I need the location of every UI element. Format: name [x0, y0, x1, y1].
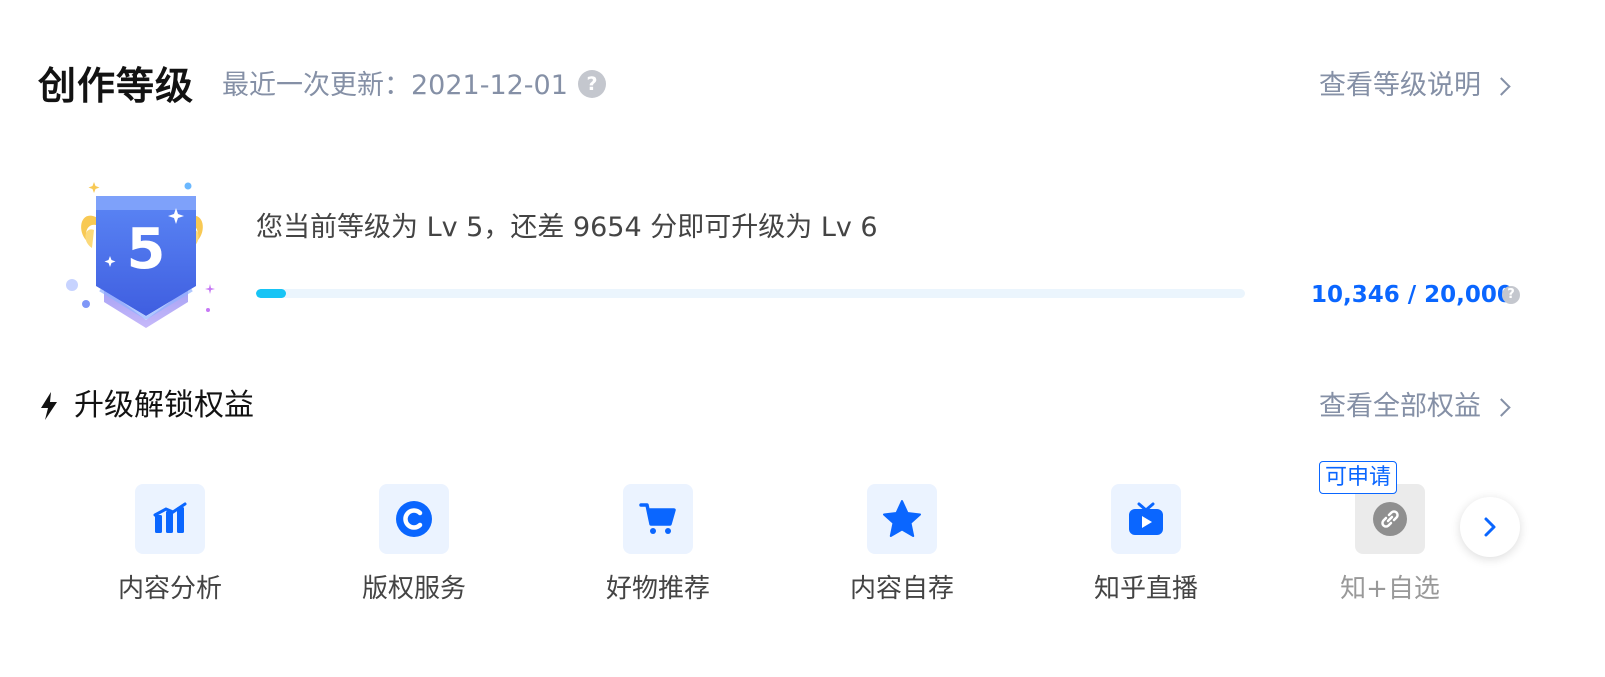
last-updated-text: 最近一次更新：2021-12-01 [222, 70, 568, 101]
link-icon [1373, 502, 1407, 536]
level-progress-bar [256, 289, 1245, 298]
cart-icon [639, 503, 676, 534]
badge-number: 5 [127, 217, 166, 282]
perk-self-recommend[interactable]: 内容自荐 [832, 484, 972, 606]
view-level-explanation-label: 查看等级说明 [1319, 70, 1481, 101]
chevron-right-icon [1492, 397, 1511, 417]
perk-label: 版权服务 [361, 574, 466, 604]
copyright-icon [396, 501, 432, 537]
perk-label: 内容分析 [117, 574, 222, 604]
score-text: 10,346 / 20,000 [1311, 282, 1513, 308]
bar-chart-icon [153, 502, 187, 533]
star-icon [883, 500, 921, 537]
perk-copyright-service[interactable]: 版权服务 [344, 484, 484, 606]
perk-label: 知乎直播 [1093, 574, 1198, 604]
perks-heading: 升级解锁权益 [38, 386, 254, 426]
level-status-text: 您当前等级为 Lv 5，还差 9654 分即可升级为 Lv 6 [256, 212, 878, 243]
lightning-icon [41, 392, 57, 420]
perk-label: 好物推荐 [605, 574, 710, 604]
perk-zhihu-live[interactable]: 知乎直播 [1076, 484, 1216, 606]
level-badge: 5 [62, 180, 222, 335]
view-all-perks-link[interactable]: 查看全部权益 [1319, 389, 1511, 425]
perk-label: 内容自荐 [849, 574, 954, 604]
perk-goods-recommend[interactable]: 好物推荐 [588, 484, 728, 606]
question-icon[interactable]: ? [578, 70, 606, 98]
perk-tile [1355, 484, 1425, 554]
perk-zhi-plus-select[interactable]: 知+自选 [1320, 484, 1460, 606]
perk-tile [1111, 484, 1181, 554]
perk-tile [379, 484, 449, 554]
view-all-perks-label: 查看全部权益 [1319, 391, 1481, 422]
apply-badge: 可申请 [1319, 461, 1398, 494]
level-progress-fill [256, 289, 286, 298]
page-title: 创作等级 [38, 64, 195, 108]
perk-tile [867, 484, 937, 554]
perks-title: 升级解锁权益 [74, 388, 254, 423]
perk-label: 知+自选 [1340, 574, 1440, 604]
next-page-button[interactable] [1460, 497, 1520, 557]
perk-content-analysis[interactable]: 内容分析 [100, 484, 240, 606]
perk-tile [623, 484, 693, 554]
chevron-right-icon [1484, 517, 1496, 537]
perk-tile [135, 484, 205, 554]
score-question-icon[interactable]: ? [1502, 286, 1520, 304]
view-level-explanation-link[interactable]: 查看等级说明 [1319, 68, 1511, 104]
level-badge-icon: 5 [66, 182, 215, 328]
chevron-right-icon [1492, 76, 1511, 96]
tv-icon [1129, 502, 1163, 535]
